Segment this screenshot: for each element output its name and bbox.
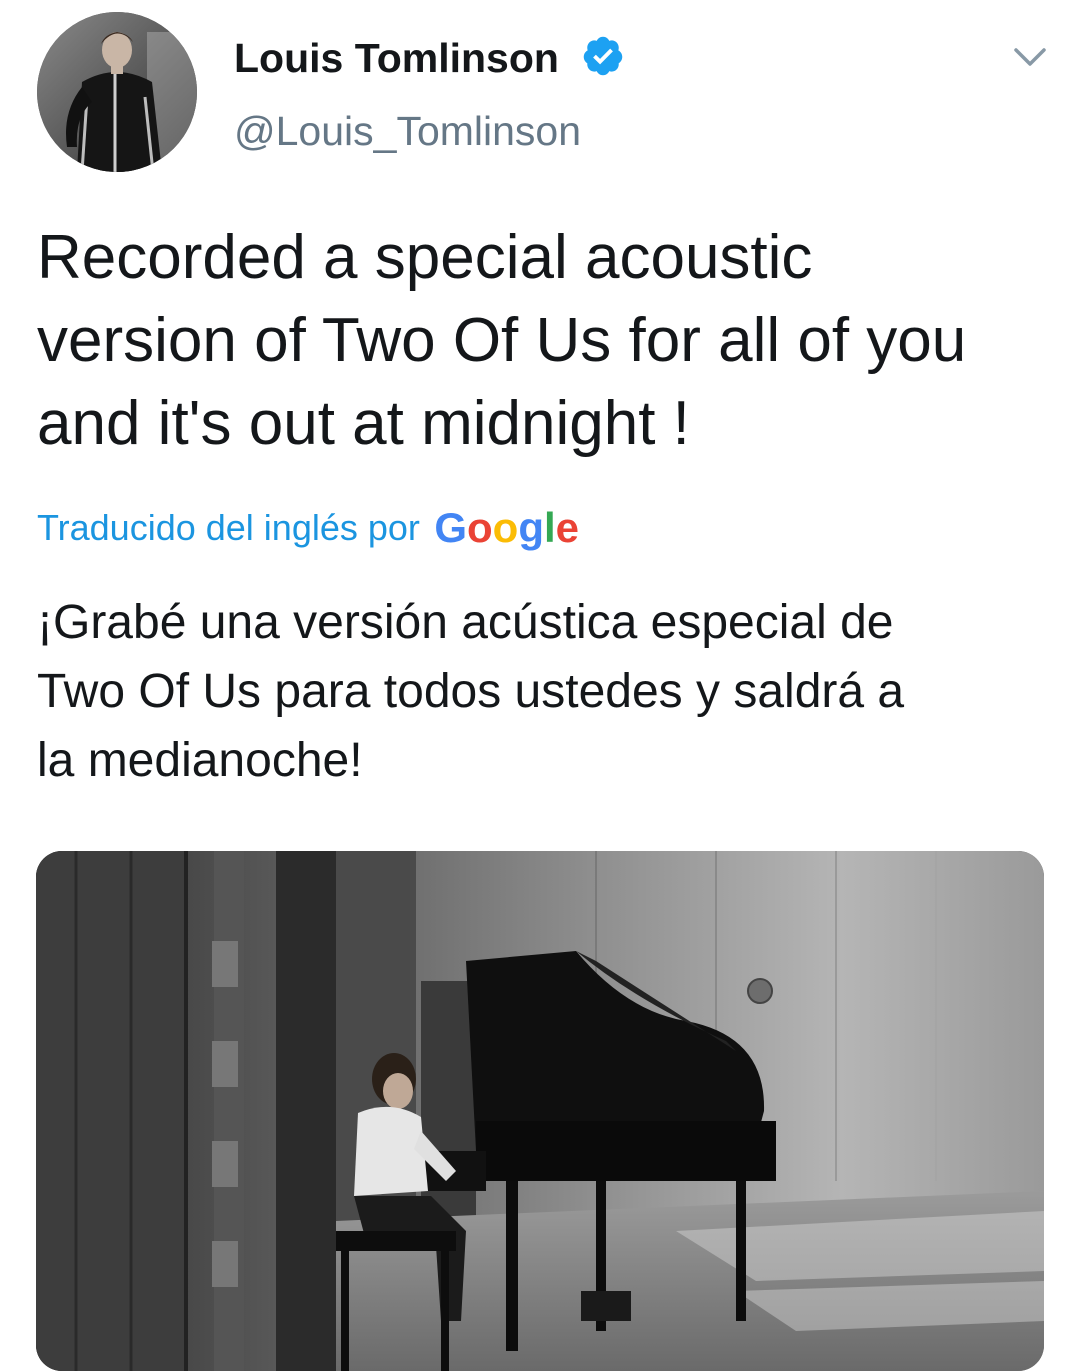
tweet-photo[interactable] (36, 851, 1044, 1371)
translated-text-line: la medianoche! (37, 734, 363, 787)
tweet-text-line: Recorded a special acoustic (37, 223, 813, 292)
verified-badge-icon (583, 36, 623, 76)
display-name[interactable]: Louis Tomlinson (234, 36, 559, 80)
google-logo-letter: g (518, 504, 544, 551)
tweet-text-line: and it's out at midnight ! (37, 389, 690, 458)
google-logo-letter: o (467, 504, 493, 551)
avatar[interactable] (37, 12, 197, 172)
translated-text: ¡Grabé una versión acústica especial de … (37, 588, 1047, 795)
google-logo-letter: e (555, 504, 580, 551)
translated-text-line: Two Of Us para todos ustedes y saldrá a (37, 665, 905, 718)
google-logo-letter: l (543, 504, 556, 551)
author-handle[interactable]: @Louis_Tomlinson (234, 108, 581, 154)
translation-attribution[interactable]: Traducido del inglés por Google (37, 503, 579, 553)
google-logo-letter: o (492, 504, 519, 551)
google-logo: Google (434, 503, 579, 553)
translated-text-line: ¡Grabé una versión acústica especial de (37, 596, 894, 649)
google-logo-letter: G (434, 504, 468, 551)
tweet-text-line: version of Two Of Us for all of you (37, 306, 967, 375)
tweet-text: Recorded a special acoustic version of T… (37, 216, 1047, 465)
translation-label[interactable]: Traducido del inglés por (37, 507, 420, 548)
chevron-down-icon[interactable] (1010, 38, 1050, 74)
